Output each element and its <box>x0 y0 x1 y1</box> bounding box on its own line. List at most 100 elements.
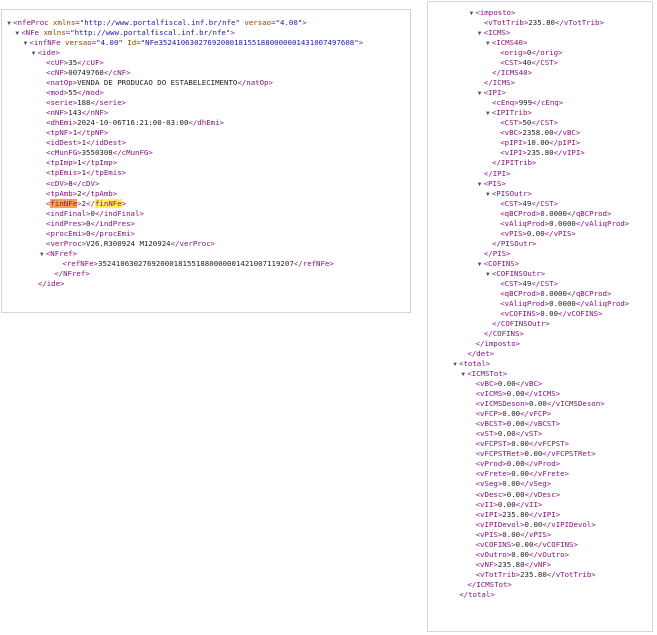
expand-toggle-icon[interactable]: ▼ <box>484 109 492 119</box>
xml-tag: <imposto> <box>475 8 516 17</box>
expand-toggle-icon[interactable]: ▼ <box>476 260 484 270</box>
xml-line: <vTotTrib>235.80</vTotTrib> <box>428 18 629 28</box>
xml-tree-left: ▼ <nfeProc xmlns="http://www.portalfiscal… <box>2 18 363 289</box>
xml-tag: <verProc> <box>46 238 87 248</box>
xml-tag: <indPres> <box>46 218 87 228</box>
xml-line: </IPITrib> <box>428 158 629 168</box>
xml-line: <dhEmi>2024-10-06T16:21:00-03:00</dhEmi> <box>2 118 363 128</box>
xml-tag: </vSeg> <box>520 479 552 489</box>
xml-attribute-name: xmlns <box>43 28 66 38</box>
xml-text-value: 0.00 <box>511 549 530 559</box>
xml-tag: <nfeProc <box>13 18 54 27</box>
xml-tag: <qBCProd> <box>500 288 541 298</box>
xml-line: <tpNF>1</tpNF> <box>2 128 363 138</box>
expand-toggle-icon[interactable]: ▼ <box>476 89 484 99</box>
xml-line: <indFinal>0</indFinal> <box>2 209 363 219</box>
xml-tag: <idDest> <box>46 138 82 148</box>
xml-text-value: 40 <box>522 58 532 68</box>
xml-line: ▼ <ICMS40> <box>428 38 629 48</box>
xml-line: <cDV>8</cDV> <box>2 179 363 189</box>
xml-line: <vCOFINS>0.00</vCOFINS> <box>428 309 629 319</box>
xml-tag: <ICMS40> <box>491 38 528 48</box>
xml-tag: <vFrete> <box>475 469 512 479</box>
xml-line: ▼ <infNFe versao="4.00" Id="NFe3524106302… <box>2 38 364 48</box>
xml-tag: <vPIS> <box>500 228 527 238</box>
xml-tag: <ICMSTot> <box>467 369 508 379</box>
xml-tag: <vFCPSTRet> <box>475 449 525 459</box>
xml-line: <vBCST>0.00</vBCST> <box>428 419 629 429</box>
xml-line: <CST>49</CST> <box>428 279 629 289</box>
xml-line: <vICMS>0.00</vICMS> <box>428 389 629 399</box>
xml-line: <vDesc>0.00</vDesc> <box>428 490 629 500</box>
xml-line: </COFINS> <box>428 329 629 339</box>
xml-line: <vSeg>0.00</vSeg> <box>428 479 629 489</box>
expand-toggle-icon[interactable]: ▼ <box>451 360 459 370</box>
xml-tag: <vDesc> <box>475 489 507 499</box>
expand-toggle-icon[interactable]: ▼ <box>484 39 492 49</box>
xml-tag: </vTotTrib> <box>546 569 596 579</box>
xml-text-value: 2024-10-06T16:21:00-03:00 <box>77 118 189 128</box>
expand-toggle-icon[interactable]: ▼ <box>30 49 38 59</box>
xml-tag: <qBCProd> <box>500 208 541 218</box>
xml-line: ▼ <COFINSOutr> <box>428 269 629 279</box>
xml-text-value: 188 <box>77 98 91 108</box>
xml-tag: </dhEmi> <box>188 118 225 128</box>
xml-tag: </cDV> <box>72 178 100 188</box>
xml-tag: <vFCP> <box>475 409 503 419</box>
xml-line: <cNF>00749760</cNF> <box>2 68 363 78</box>
xml-line: </total> <box>428 590 629 600</box>
xml-text-value: 0.00 <box>502 479 521 489</box>
xml-line: <tpAmb>2</tpAmb> <box>2 189 363 199</box>
xml-text-value: 55 <box>68 88 78 98</box>
xml-tag: </vIPIDevol> <box>542 519 596 529</box>
xml-tag: <serie> <box>46 98 78 108</box>
xml-tag: </qBCProd> <box>566 208 612 218</box>
xml-line: <indPres>0</indPres> <box>2 219 363 229</box>
xml-tag: <vIPI> <box>475 509 503 519</box>
xml-attribute-value: "4.00" <box>96 38 123 48</box>
xml-tag: <pIPI> <box>500 138 527 148</box>
xml-tag: <NFe <box>21 28 44 38</box>
expand-toggle-icon[interactable]: ▼ <box>5 19 13 29</box>
xml-tag: </vPIS> <box>520 529 552 539</box>
xml-line: <procEmi>0</procEmi> <box>2 229 363 239</box>
expand-toggle-icon[interactable]: ▼ <box>476 29 484 39</box>
xml-text-value: 0.00 <box>511 469 530 479</box>
xml-tag: </mod> <box>77 88 104 98</box>
expand-toggle-icon[interactable]: ▼ <box>484 270 492 280</box>
xml-line: </PIS> <box>428 249 629 259</box>
xml-tag: </vTotTrib> <box>555 18 604 28</box>
xml-tag: > <box>230 28 235 38</box>
xml-attribute-value: "http://www.portalfiscal.inf.br/nfe" <box>79 18 240 27</box>
xml-text-value: 3524106302769200018155188000000142100711… <box>98 258 294 268</box>
xml-tag: </COFINS> <box>483 329 524 338</box>
xml-tag: <vFCPST> <box>475 439 512 449</box>
xml-line: <vAliqProd>0.0000</vAliqProd> <box>428 219 629 229</box>
xml-tag: <vCOFINS> <box>475 539 516 549</box>
xml-text-value: VENDA DE PRODUCAO DO ESTABELECIMENTO <box>77 78 238 88</box>
xml-tag: <tpEmis> <box>46 168 82 178</box>
xml-line: <cEnq>999</cEnq> <box>428 98 629 108</box>
expand-toggle-icon[interactable]: ▼ <box>38 250 46 260</box>
xml-line: </COFINSOutr> <box>428 319 629 329</box>
xml-tag: </indPres> <box>90 218 136 228</box>
xml-tag: <procEmi> <box>46 228 87 238</box>
xml-line: </ICMSTot> <box>428 580 629 590</box>
xml-line: <vIPI>235.80</vIPI> <box>428 148 629 158</box>
xml-tag: </IPITrib> <box>492 158 537 168</box>
expand-toggle-icon[interactable]: ▼ <box>459 370 467 380</box>
xml-tag: <ICMS> <box>483 28 511 38</box>
xml-tag: <total> <box>459 359 491 369</box>
expand-toggle-icon[interactable]: ▼ <box>484 190 492 200</box>
expand-toggle-icon[interactable]: ▼ <box>13 29 21 39</box>
xml-tag: </PIS> <box>483 248 511 258</box>
xml-tag: <IPITrib> <box>491 108 532 118</box>
xml-tag: <vPIS> <box>475 529 503 539</box>
xml-tag: <vIPIDevol> <box>475 519 525 529</box>
xml-tag: <nNF> <box>46 108 69 118</box>
expand-toggle-icon[interactable]: ▼ <box>476 180 484 190</box>
xml-line: <refNFe>35241063027692000181551880000001… <box>2 259 363 269</box>
xml-tag: </PISOutr> <box>492 238 537 248</box>
xml-tag: <vAliqProd> <box>500 218 550 228</box>
xml-line: </NFref> <box>2 269 363 279</box>
